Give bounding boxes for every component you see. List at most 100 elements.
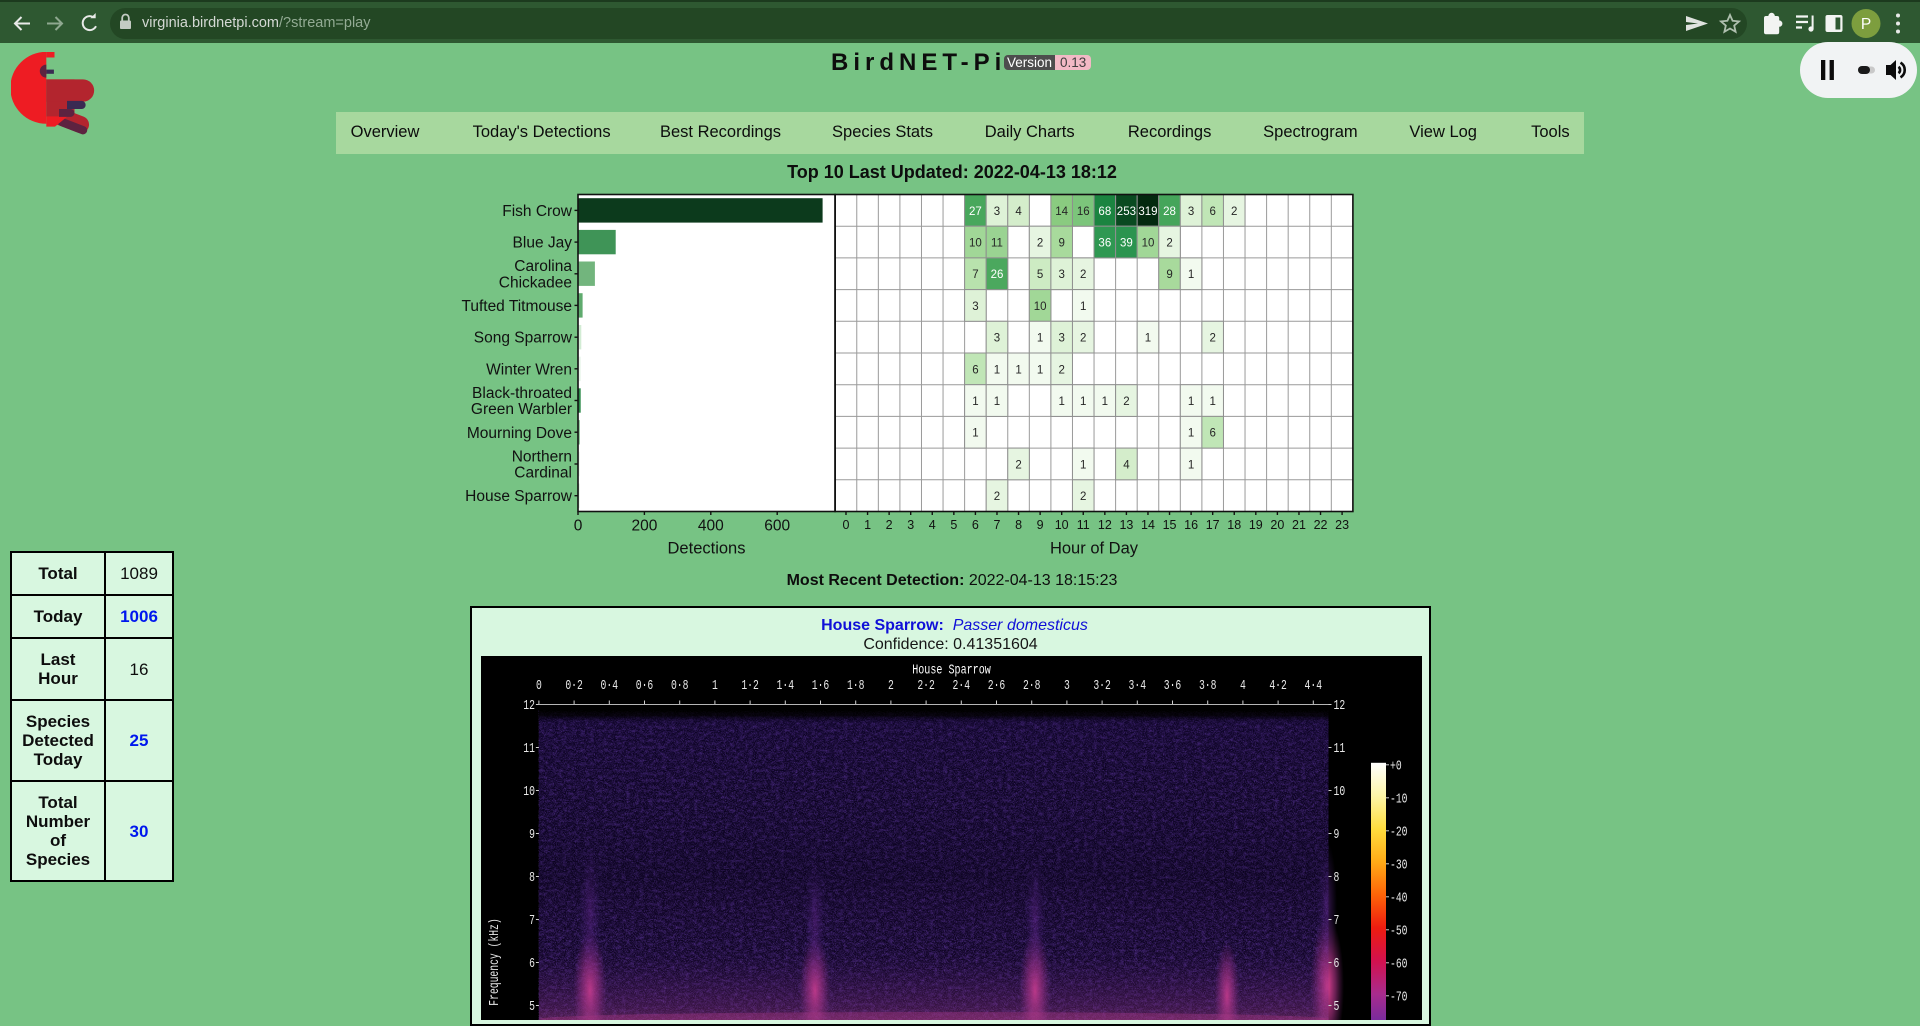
svg-text:+0: +0 <box>1390 758 1402 774</box>
svg-text:2: 2 <box>1123 396 1129 408</box>
svg-text:Frequency (kHz): Frequency (kHz) <box>487 918 503 1005</box>
svg-text:6: 6 <box>529 956 535 972</box>
svg-text:2: 2 <box>1080 269 1086 281</box>
svg-text:4: 4 <box>1240 678 1246 694</box>
svg-text:3·6: 3·6 <box>1164 678 1181 694</box>
svg-text:7: 7 <box>529 913 535 929</box>
svg-text:4: 4 <box>929 518 936 532</box>
svg-text:600: 600 <box>764 518 790 535</box>
svg-text:Song Sparrow: Song Sparrow <box>474 330 573 347</box>
svg-text:5: 5 <box>950 518 957 532</box>
svg-text:36: 36 <box>1098 237 1111 249</box>
svg-text:3: 3 <box>907 518 914 532</box>
svg-text:2: 2 <box>1209 333 1215 345</box>
svg-text:11: 11 <box>523 741 535 757</box>
svg-text:7: 7 <box>994 518 1001 532</box>
svg-text:-70: -70 <box>1390 989 1407 1005</box>
svg-text:4·4: 4·4 <box>1305 678 1322 694</box>
svg-text:3: 3 <box>1058 333 1064 345</box>
svg-text:1: 1 <box>1037 333 1043 345</box>
svg-text:0·4: 0·4 <box>601 678 618 694</box>
svg-text:10: 10 <box>1055 518 1069 532</box>
svg-text:68: 68 <box>1098 206 1111 218</box>
svg-text:2: 2 <box>1058 364 1064 376</box>
svg-text:3·2: 3·2 <box>1093 678 1110 694</box>
svg-text:2: 2 <box>1015 459 1021 471</box>
svg-text:5: 5 <box>1037 269 1043 281</box>
svg-text:4: 4 <box>1123 459 1130 471</box>
svg-text:-40: -40 <box>1390 890 1407 906</box>
svg-text:15: 15 <box>1163 518 1177 532</box>
svg-text:1: 1 <box>1080 459 1086 471</box>
svg-text:0: 0 <box>843 518 850 532</box>
svg-text:3: 3 <box>972 301 978 313</box>
svg-text:Tufted Titmouse: Tufted Titmouse <box>461 298 572 315</box>
svg-text:12: 12 <box>1334 698 1346 714</box>
svg-text:1: 1 <box>994 364 1000 376</box>
svg-text:27: 27 <box>969 206 982 218</box>
svg-text:3: 3 <box>1058 269 1064 281</box>
svg-text:1: 1 <box>994 396 1000 408</box>
svg-text:-10: -10 <box>1390 791 1407 807</box>
svg-text:16: 16 <box>1184 518 1198 532</box>
svg-text:1·6: 1·6 <box>812 678 829 694</box>
svg-text:6: 6 <box>1209 206 1215 218</box>
svg-text:4: 4 <box>1015 206 1022 218</box>
svg-text:Blue Jay: Blue Jay <box>513 235 573 252</box>
svg-text:1: 1 <box>1188 396 1194 408</box>
svg-text:2·6: 2·6 <box>988 678 1005 694</box>
svg-text:3·4: 3·4 <box>1129 678 1146 694</box>
svg-text:0·8: 0·8 <box>671 678 688 694</box>
svg-text:12: 12 <box>523 698 535 714</box>
svg-text:0: 0 <box>574 518 583 535</box>
svg-text:1·2: 1·2 <box>741 678 758 694</box>
svg-text:10: 10 <box>1034 301 1047 313</box>
svg-text:0: 0 <box>536 678 542 694</box>
svg-text:7: 7 <box>972 269 978 281</box>
svg-text:13: 13 <box>1119 518 1133 532</box>
svg-text:19: 19 <box>1249 518 1263 532</box>
svg-text:0·6: 0·6 <box>636 678 653 694</box>
svg-text:11: 11 <box>991 237 1003 249</box>
svg-text:Green Warbler: Green Warbler <box>471 401 572 418</box>
svg-text:2·8: 2·8 <box>1023 678 1040 694</box>
svg-text:8: 8 <box>529 870 535 886</box>
svg-text:9: 9 <box>1166 269 1172 281</box>
svg-text:-50: -50 <box>1390 923 1407 939</box>
svg-text:1: 1 <box>1188 459 1194 471</box>
svg-text:20: 20 <box>1270 518 1284 532</box>
svg-text:6: 6 <box>972 518 979 532</box>
svg-text:Detections: Detections <box>668 540 746 558</box>
svg-text:3·8: 3·8 <box>1199 678 1216 694</box>
svg-text:1: 1 <box>1015 364 1021 376</box>
svg-text:3: 3 <box>994 206 1000 218</box>
svg-text:2: 2 <box>1080 491 1086 503</box>
svg-text:1·4: 1·4 <box>777 678 794 694</box>
svg-text:8: 8 <box>1015 518 1022 532</box>
svg-text:10: 10 <box>523 784 535 800</box>
svg-text:28: 28 <box>1163 206 1176 218</box>
svg-text:5: 5 <box>529 999 535 1015</box>
svg-text:3: 3 <box>994 333 1000 345</box>
svg-text:1: 1 <box>1080 396 1086 408</box>
svg-text:2·4: 2·4 <box>953 678 970 694</box>
svg-text:253: 253 <box>1117 206 1136 218</box>
svg-text:Winter Wren: Winter Wren <box>486 361 572 378</box>
svg-text:-20: -20 <box>1390 824 1407 840</box>
svg-text:1: 1 <box>1102 396 1108 408</box>
svg-text:4·2: 4·2 <box>1269 678 1286 694</box>
svg-text:7: 7 <box>1334 913 1340 929</box>
svg-text:0·2: 0·2 <box>565 678 582 694</box>
svg-text:8: 8 <box>1334 870 1340 886</box>
svg-text:26: 26 <box>991 269 1004 281</box>
svg-text:12: 12 <box>1098 518 1112 532</box>
svg-text:-30: -30 <box>1390 857 1407 873</box>
svg-text:3: 3 <box>1064 678 1070 694</box>
svg-text:9: 9 <box>1037 518 1044 532</box>
svg-text:6: 6 <box>972 364 978 376</box>
svg-text:9: 9 <box>529 827 535 843</box>
svg-text:200: 200 <box>631 518 657 535</box>
svg-text:2: 2 <box>1080 333 1086 345</box>
svg-text:2: 2 <box>1037 237 1043 249</box>
svg-text:House Sparrow: House Sparrow <box>912 662 991 678</box>
